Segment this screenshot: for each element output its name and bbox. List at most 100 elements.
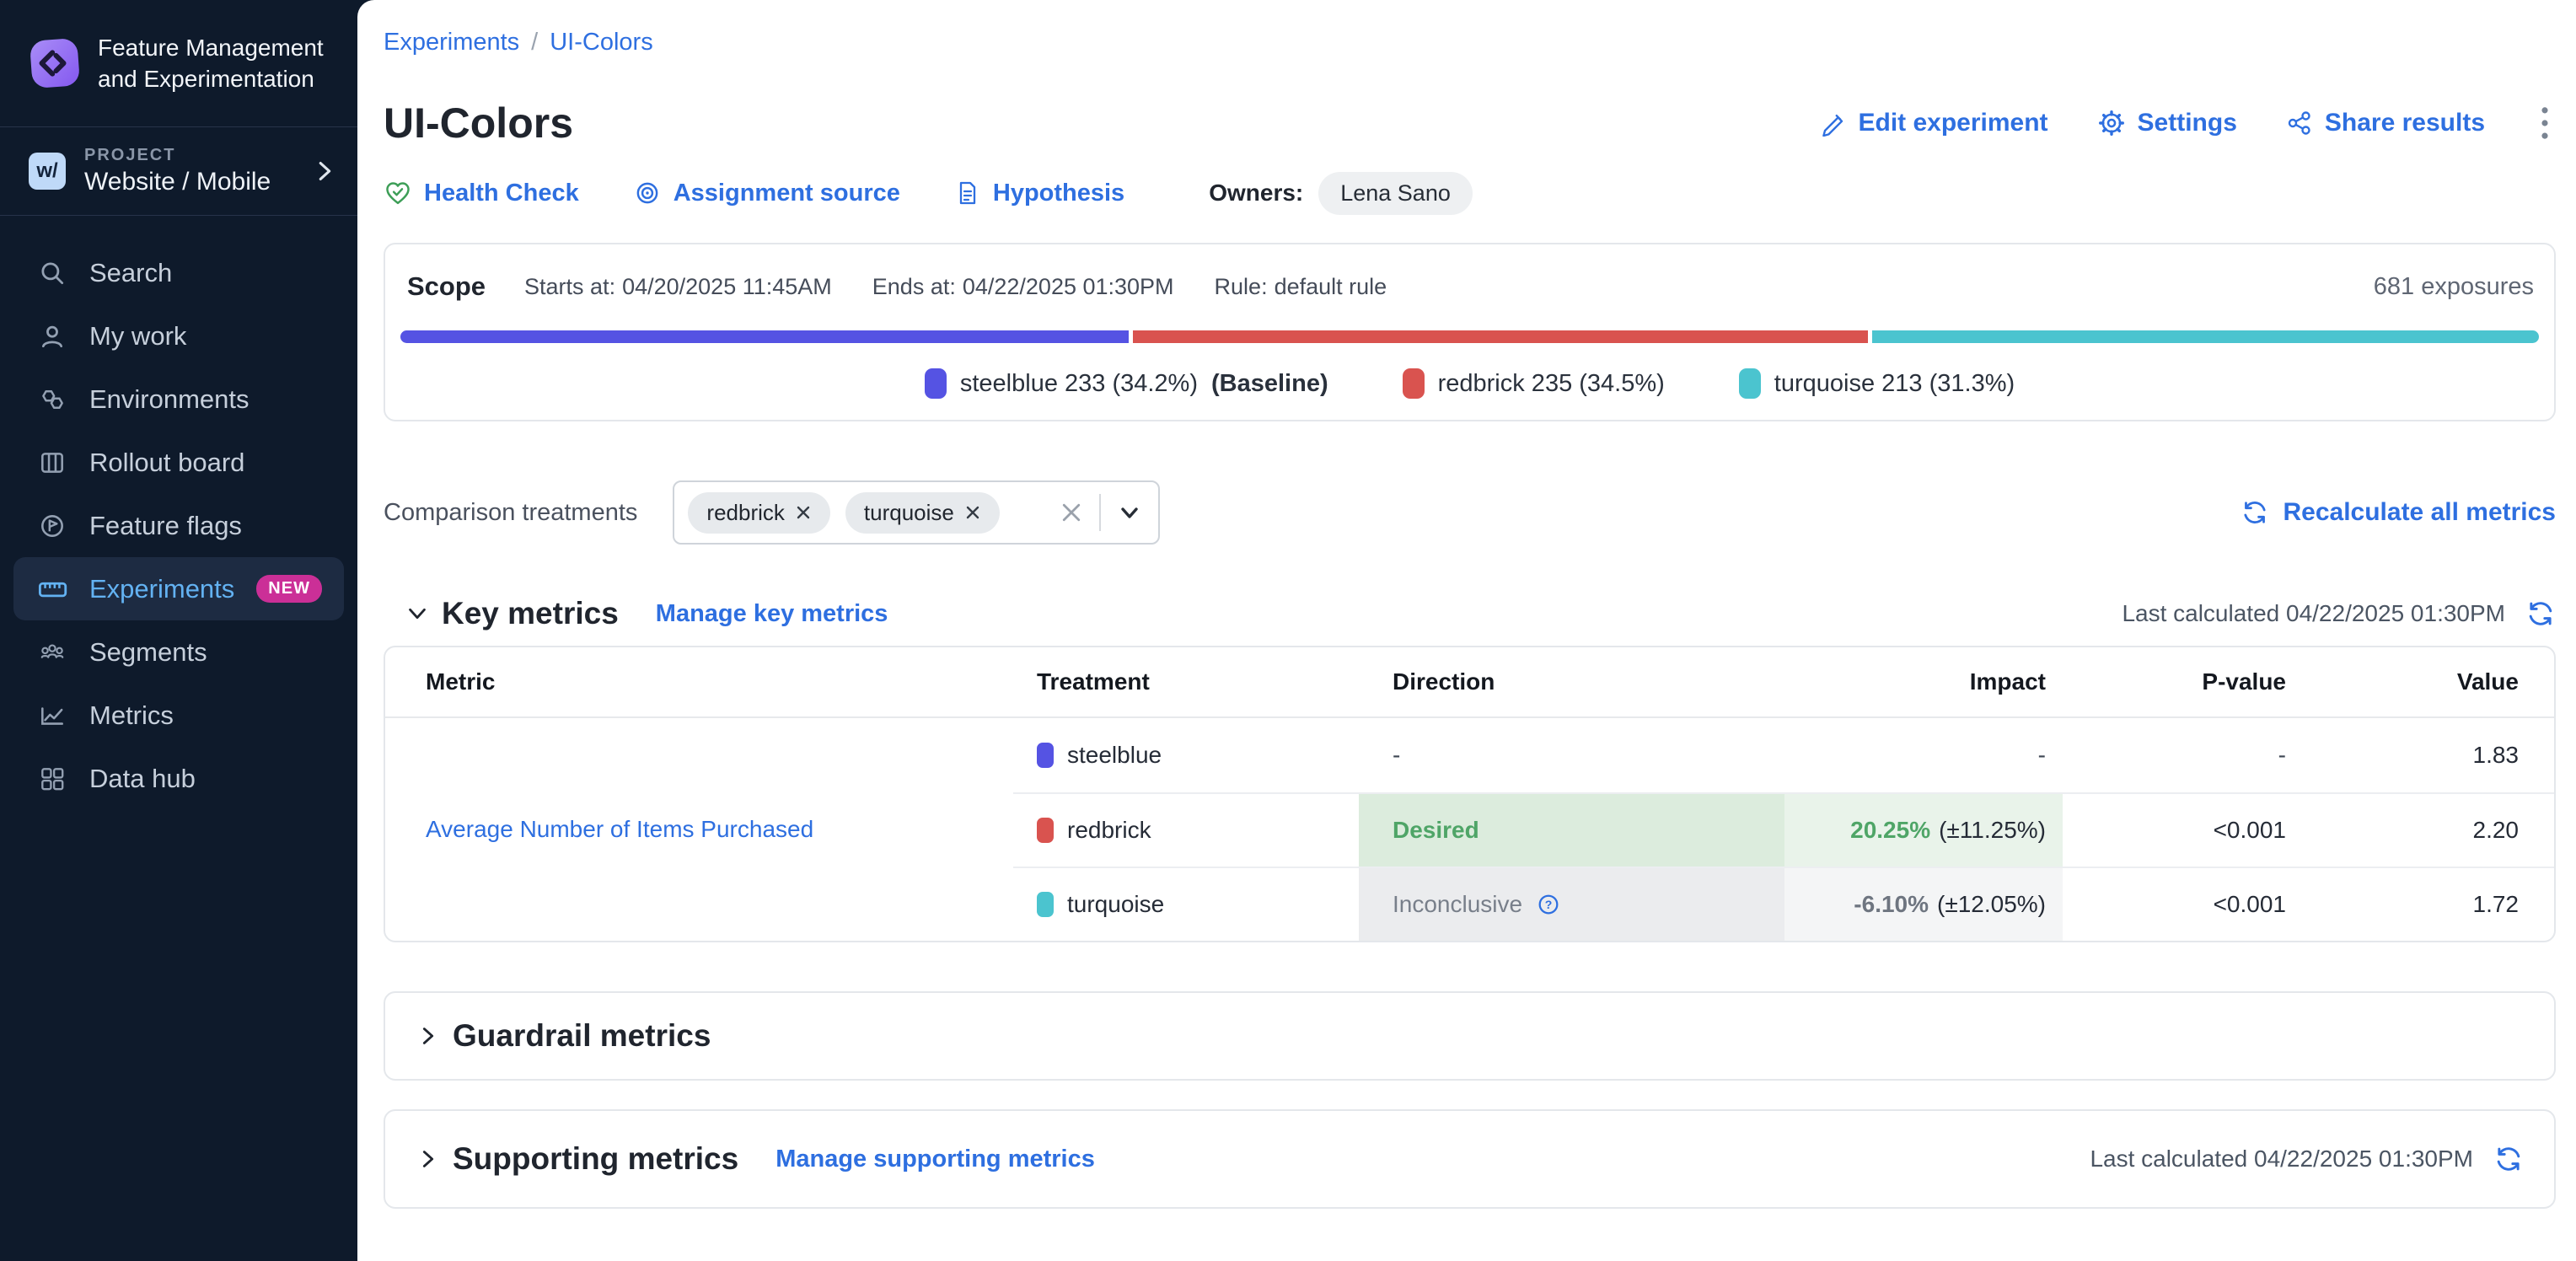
column-header-direction: Direction xyxy=(1359,647,1784,718)
scope-starts-at: Starts at:04/20/2025 11:45AM xyxy=(524,274,832,300)
experiment-meta-row: Health Check Assignment source Hypothesi… xyxy=(384,173,2556,213)
sidebar-item-label: Data hub xyxy=(89,764,196,794)
supporting-metrics-card: Supporting metrics Manage supporting met… xyxy=(384,1109,2556,1209)
supporting-metrics-last-calculated: Last calculated 04/22/2025 01:30PM xyxy=(2090,1144,2524,1174)
table-row-turquoise-treatment: turquoise xyxy=(1013,867,1359,941)
metrics-chart-icon xyxy=(37,700,67,731)
sidebar-item-experiments[interactable]: Experiments NEW xyxy=(13,557,344,620)
owner-chip[interactable]: Lena Sano xyxy=(1318,172,1473,215)
sidebar-item-rollout-board[interactable]: Rollout board xyxy=(0,431,357,494)
chip-redbrick[interactable]: redbrick xyxy=(688,492,829,534)
settings-button[interactable]: Settings xyxy=(2097,109,2237,137)
recalculate-all-metrics-button[interactable]: Recalculate all metrics xyxy=(2241,498,2556,527)
comparison-treatments-select[interactable]: redbrick turquoise xyxy=(673,480,1160,545)
remove-chip-icon[interactable] xyxy=(795,504,812,521)
data-hub-icon xyxy=(37,764,67,794)
title-row: UI-Colors Edit experiment Settings Share… xyxy=(384,99,2556,147)
table-row-redbrick-impact: 20.25% (±11.25%) xyxy=(1784,792,2063,867)
turquoise-swatch xyxy=(1037,892,1054,917)
table-row-steelblue-treatment: steelblue xyxy=(1013,718,1359,792)
guardrail-metrics-card: Guardrail metrics xyxy=(384,991,2556,1081)
scope-title: Scope xyxy=(407,271,486,302)
assignment-source-link[interactable]: Assignment source xyxy=(633,179,900,207)
sidebar-item-data-hub[interactable]: Data hub xyxy=(0,747,357,810)
comparison-treatments-label: Comparison treatments xyxy=(384,499,637,527)
project-name: Website / Mobile xyxy=(84,168,271,196)
exposures-count: 681 exposures xyxy=(2374,273,2534,301)
sidebar-item-label: Segments xyxy=(89,637,207,668)
legend-item-turquoise: turquoise 213 (31.3%) xyxy=(1739,368,2015,399)
main-content: Experiments / UI-Colors UI-Colors Edit e… xyxy=(357,0,2576,1261)
turquoise-swatch xyxy=(1739,368,1761,399)
owners-label: Owners: xyxy=(1209,180,1303,207)
gear-icon xyxy=(2097,109,2126,137)
breadcrumb-current[interactable]: UI-Colors xyxy=(550,29,652,56)
page-title: UI-Colors xyxy=(384,99,573,148)
guardrail-metrics-title: Guardrail metrics xyxy=(453,1018,711,1054)
breadcrumb-separator: / xyxy=(531,29,538,56)
manage-supporting-metrics-link[interactable]: Manage supporting metrics xyxy=(775,1146,1095,1173)
sidebar-item-metrics[interactable]: Metrics xyxy=(0,684,357,747)
column-header-value: Value xyxy=(2303,647,2554,718)
hypothesis-link[interactable]: Hypothesis xyxy=(954,180,1124,207)
table-row-redbrick-direction: Desired xyxy=(1359,792,1784,867)
share-results-button[interactable]: Share results xyxy=(2286,109,2485,137)
project-switcher[interactable]: w/ PROJECT Website / Mobile xyxy=(0,127,357,216)
chevron-down-icon[interactable] xyxy=(405,601,430,626)
key-metrics-table-card: Metric Treatment Direction Impact P-valu… xyxy=(384,646,2556,942)
edit-experiment-button[interactable]: Edit experiment xyxy=(1819,109,2047,137)
breadcrumb-experiments[interactable]: Experiments xyxy=(384,29,519,56)
chip-turquoise[interactable]: turquoise xyxy=(845,492,1000,534)
more-options-button[interactable] xyxy=(2534,101,2556,145)
rollout-board-icon xyxy=(37,448,67,478)
heart-check-icon xyxy=(384,179,412,207)
segments-icon xyxy=(37,637,67,668)
select-divider xyxy=(1099,494,1101,531)
scope-rule: Rule:default rule xyxy=(1215,274,1387,300)
table-row-steelblue-impact: - xyxy=(1784,718,2063,792)
chevron-down-icon[interactable] xyxy=(1116,499,1143,526)
health-check-link[interactable]: Health Check xyxy=(384,179,579,207)
refresh-icon[interactable] xyxy=(2493,1144,2524,1174)
table-row-redbrick-treatment: redbrick xyxy=(1013,792,1359,867)
sidebar-item-environments[interactable]: Environments xyxy=(0,368,357,431)
sidebar-item-label: Feature flags xyxy=(89,511,242,541)
key-metrics-table: Metric Treatment Direction Impact P-valu… xyxy=(385,647,2554,941)
document-icon xyxy=(954,180,981,207)
key-metrics-header: Key metrics Manage key metrics Last calc… xyxy=(384,592,2556,636)
sidebar-item-search[interactable]: Search xyxy=(0,241,357,304)
column-header-metric: Metric xyxy=(385,647,1013,718)
refresh-icon[interactable] xyxy=(2525,598,2556,629)
metric-link[interactable]: Average Number of Items Purchased xyxy=(426,816,813,843)
scope-header-row: Scope Starts at:04/20/2025 11:45AM Ends … xyxy=(400,268,2539,305)
product-title: Feature Management and Experimentation xyxy=(98,32,334,94)
product-header: Feature Management and Experimentation xyxy=(0,0,357,127)
table-row-redbrick-pvalue: <0.001 xyxy=(2063,792,2303,867)
sidebar-item-my-work[interactable]: My work xyxy=(0,304,357,368)
column-header-pvalue: P-value xyxy=(2063,647,2303,718)
legend-item-redbrick: redbrick 235 (34.5%) xyxy=(1403,368,1665,399)
steelblue-swatch xyxy=(925,368,947,399)
table-row-turquoise-value: 1.72 xyxy=(2303,867,2554,941)
supporting-metrics-title: Supporting metrics xyxy=(453,1141,738,1177)
chevron-right-icon[interactable] xyxy=(416,1023,441,1049)
column-header-treatment: Treatment xyxy=(1013,647,1359,718)
steelblue-swatch xyxy=(1037,743,1054,768)
feature-flag-icon xyxy=(37,511,67,541)
product-logo xyxy=(29,37,81,89)
manage-key-metrics-link[interactable]: Manage key metrics xyxy=(656,600,888,628)
sidebar-item-segments[interactable]: Segments xyxy=(0,620,357,684)
redbrick-swatch xyxy=(1403,368,1425,399)
remove-chip-icon[interactable] xyxy=(964,504,981,521)
bullseye-icon xyxy=(633,179,662,207)
chevron-right-icon[interactable] xyxy=(416,1146,441,1172)
owners: Owners: Lena Sano xyxy=(1209,172,1473,215)
scope-card: Scope Starts at:04/20/2025 11:45AM Ends … xyxy=(384,243,2556,421)
app-window: Feature Management and Experimentation w… xyxy=(0,0,2576,1261)
question-circle-icon[interactable]: ? xyxy=(1536,892,1561,917)
sidebar-item-feature-flags[interactable]: Feature flags xyxy=(0,494,357,557)
share-icon xyxy=(2286,110,2313,137)
environments-icon xyxy=(37,384,67,415)
column-header-impact: Impact xyxy=(1784,647,2063,718)
clear-selection-icon[interactable] xyxy=(1059,500,1084,525)
